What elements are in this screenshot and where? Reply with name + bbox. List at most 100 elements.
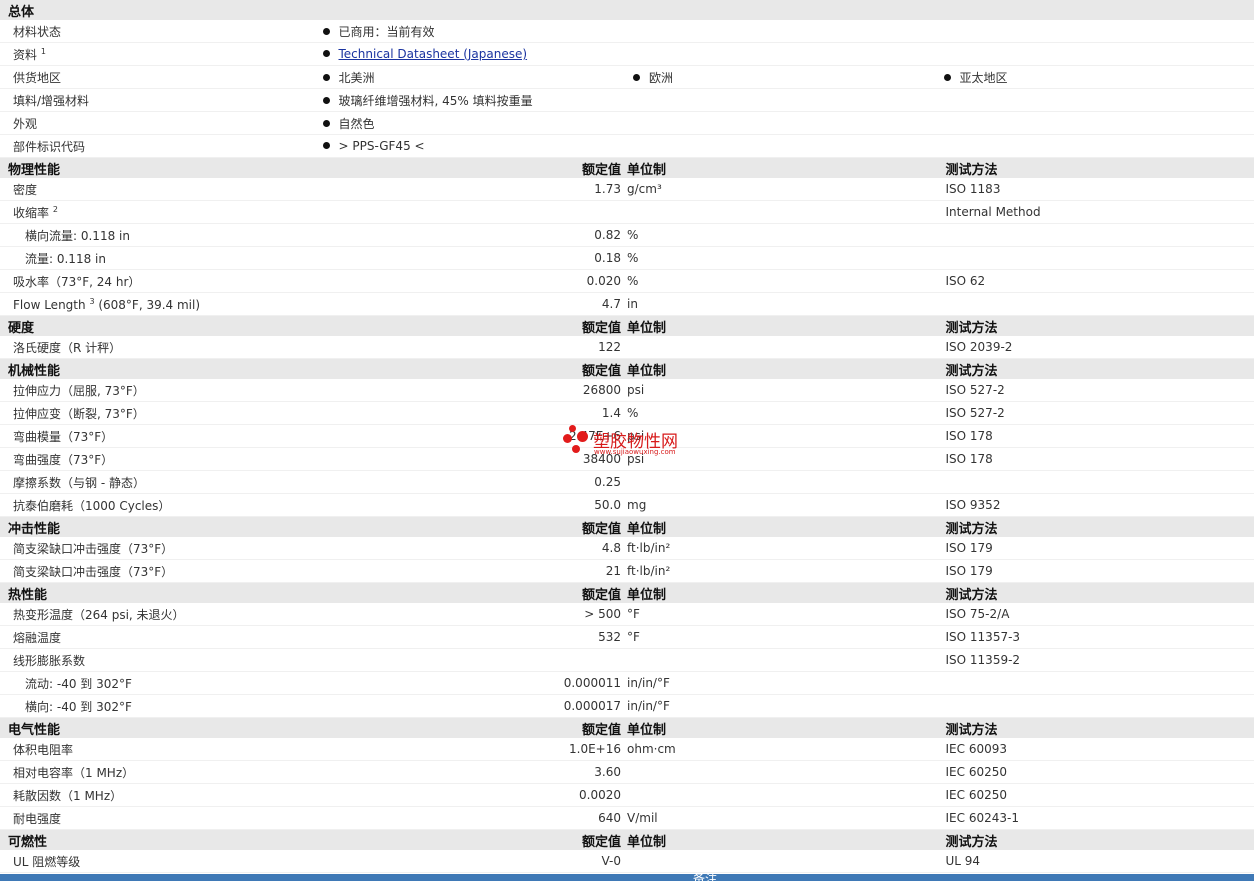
bullet-icon xyxy=(633,74,640,81)
property-value: 0.020 xyxy=(314,270,628,293)
header-method: 测试方法 xyxy=(941,517,1254,538)
region-list: 北美洲 欧洲 亚太地区 xyxy=(323,69,1254,86)
property-unit: °F xyxy=(627,603,941,626)
property-name-cell: 熔融温度 xyxy=(0,626,314,649)
test-method: UL 94 xyxy=(941,850,1254,873)
property-value: 532 xyxy=(314,626,628,649)
property-row: UL 阻燃等级 V-0 UL 94 xyxy=(0,850,1254,873)
header-value: 额定值 xyxy=(314,316,628,337)
logo-dots-icon xyxy=(563,425,591,455)
property-name-cell: 洛氏硬度（R 计秤） xyxy=(0,336,314,359)
test-method: IEC 60250 xyxy=(941,784,1254,807)
property-name-cell: 弯曲强度（73°F） xyxy=(0,448,314,471)
property-unit xyxy=(627,784,941,807)
property-label: Flow Length xyxy=(13,298,86,312)
property-label: 简支梁缺口冲击强度（73°F） xyxy=(13,542,173,556)
filler-value: 玻璃纤维增强材料, 45% 填料按重量 xyxy=(339,94,533,108)
property-value: 0.0020 xyxy=(314,784,628,807)
footer-label: 备注 xyxy=(693,870,717,887)
section-title: 冲击性能 xyxy=(0,517,314,538)
section-title: 机械性能 xyxy=(0,359,314,380)
header-method: 测试方法 xyxy=(941,830,1254,851)
bullet-icon xyxy=(323,28,330,35)
header-value: 额定值 xyxy=(314,359,628,380)
property-value: 1.73 xyxy=(314,178,628,201)
property-condition: (608°F, 39.4 mil) xyxy=(95,298,201,312)
property-name-cell: Flow Length 3 (608°F, 39.4 mil) xyxy=(0,293,314,316)
property-name-cell: 横向流量: 0.118 in xyxy=(0,224,314,247)
watermark-url: www.sujiaowuxing.com xyxy=(594,448,676,456)
property-label: UL 阻燃等级 xyxy=(13,855,80,869)
header-unit: 单位制 xyxy=(627,316,941,337)
property-label: 简支梁缺口冲击强度（73°F） xyxy=(13,565,173,579)
section-header: 冲击性能额定值单位制测试方法 xyxy=(0,517,1254,538)
test-method: ISO 9352 xyxy=(941,494,1254,517)
property-value: 4.7 xyxy=(314,293,628,316)
property-name-cell: 拉伸应变（断裂, 73°F） xyxy=(0,402,314,425)
property-name-cell: 耐电强度 xyxy=(0,807,314,830)
test-method: IEC 60093 xyxy=(941,738,1254,761)
header-unit: 单位制 xyxy=(627,158,941,179)
property-value: 3.60 xyxy=(314,761,628,784)
property-row: 耗散因数（1 MHz）0.0020IEC 60250 xyxy=(0,784,1254,807)
test-method: ISO 11359-2 xyxy=(941,649,1254,672)
status-value: 已商用：当前有效 xyxy=(339,25,435,39)
section-header: 可燃性额定值单位制测试方法 xyxy=(0,830,1254,851)
bullet-icon xyxy=(323,50,330,57)
property-row: 拉伸应变（断裂, 73°F）1.4%ISO 527-2 xyxy=(0,402,1254,425)
footnote-ref: 1 xyxy=(41,47,46,56)
general-row-appearance: 外观 自然色 xyxy=(0,112,1254,135)
test-method: Internal Method xyxy=(941,201,1254,224)
general-row-regions: 供货地区 北美洲 欧洲 亚太地区 xyxy=(0,66,1254,89)
header-value: 额定值 xyxy=(314,718,628,739)
property-label: 熔融温度 xyxy=(13,631,61,645)
property-unit: ft·lb/in² xyxy=(627,537,941,560)
property-value: 640 xyxy=(314,807,628,830)
property-name-cell: 收缩率 2 xyxy=(0,201,314,224)
section-header: 硬度额定值单位制测试方法 xyxy=(0,316,1254,337)
property-unit: ohm·cm xyxy=(627,738,941,761)
property-row: 收缩率 2 Internal Method xyxy=(0,201,1254,224)
property-unit xyxy=(627,761,941,784)
property-value: 26800 xyxy=(314,379,628,402)
property-name-cell: 流动: -40 到 302°F xyxy=(0,672,314,695)
property-unit xyxy=(627,471,941,494)
general-row-part-code: 部件标识代码 > PPS-GF45 < xyxy=(0,135,1254,158)
property-row: 耐电强度640V/milIEC 60243-1 xyxy=(0,807,1254,830)
property-value: V-0 xyxy=(314,850,628,873)
property-name-cell: 热变形温度（264 psi, 未退火） xyxy=(0,603,314,626)
section-header: 物理性能额定值单位制测试方法 xyxy=(0,158,1254,179)
part-code-value: > PPS-GF45 < xyxy=(339,139,425,153)
property-value: 0.18 xyxy=(314,247,628,270)
watermark-logo: 塑胶物性网 www.sujiaowuxing.com xyxy=(563,423,703,459)
property-name-cell: 简支梁缺口冲击强度（73°F） xyxy=(0,537,314,560)
property-label: 摩擦系数（与钢 - 静态） xyxy=(13,476,145,490)
property-value xyxy=(314,649,628,672)
property-row: 简支梁缺口冲击强度（73°F）21ft·lb/in²ISO 179 xyxy=(0,560,1254,583)
header-value: 额定值 xyxy=(314,517,628,538)
footnote-ref: 2 xyxy=(53,205,58,214)
property-unit: psi xyxy=(627,379,941,402)
property-label: 热变形温度（264 psi, 未退火） xyxy=(13,608,185,622)
general-row-filler: 填料/增强材料 玻璃纤维增强材料, 45% 填料按重量 xyxy=(0,89,1254,112)
section-header: 电气性能额定值单位制测试方法 xyxy=(0,718,1254,739)
property-label: 流动: -40 到 302°F xyxy=(25,677,132,691)
property-label: 相对电容率（1 MHz） xyxy=(13,766,134,780)
property-row: 洛氏硬度（R 计秤）122ISO 2039-2 xyxy=(0,336,1254,359)
property-unit xyxy=(627,850,941,873)
row-label: 材料状态 xyxy=(0,20,314,43)
section-header-general: 总体 xyxy=(0,0,1254,20)
property-label: 密度 xyxy=(13,183,37,197)
header-unit: 单位制 xyxy=(627,830,941,851)
property-unit: % xyxy=(627,402,941,425)
datasheet-link[interactable]: Technical Datasheet (Japanese) xyxy=(339,47,528,61)
property-name-cell: 相对电容率（1 MHz） xyxy=(0,761,314,784)
property-label: 弯曲模量（73°F） xyxy=(13,430,113,444)
property-name-cell: 体积电阻率 xyxy=(0,738,314,761)
property-name-cell: 弯曲模量（73°F） xyxy=(0,425,314,448)
test-method xyxy=(941,224,1254,247)
bullet-icon xyxy=(323,97,330,104)
property-name-cell: 线形膨胀系数 xyxy=(0,649,314,672)
region-item: 亚太地区 xyxy=(944,69,1254,86)
property-value: 0.000011 xyxy=(314,672,628,695)
